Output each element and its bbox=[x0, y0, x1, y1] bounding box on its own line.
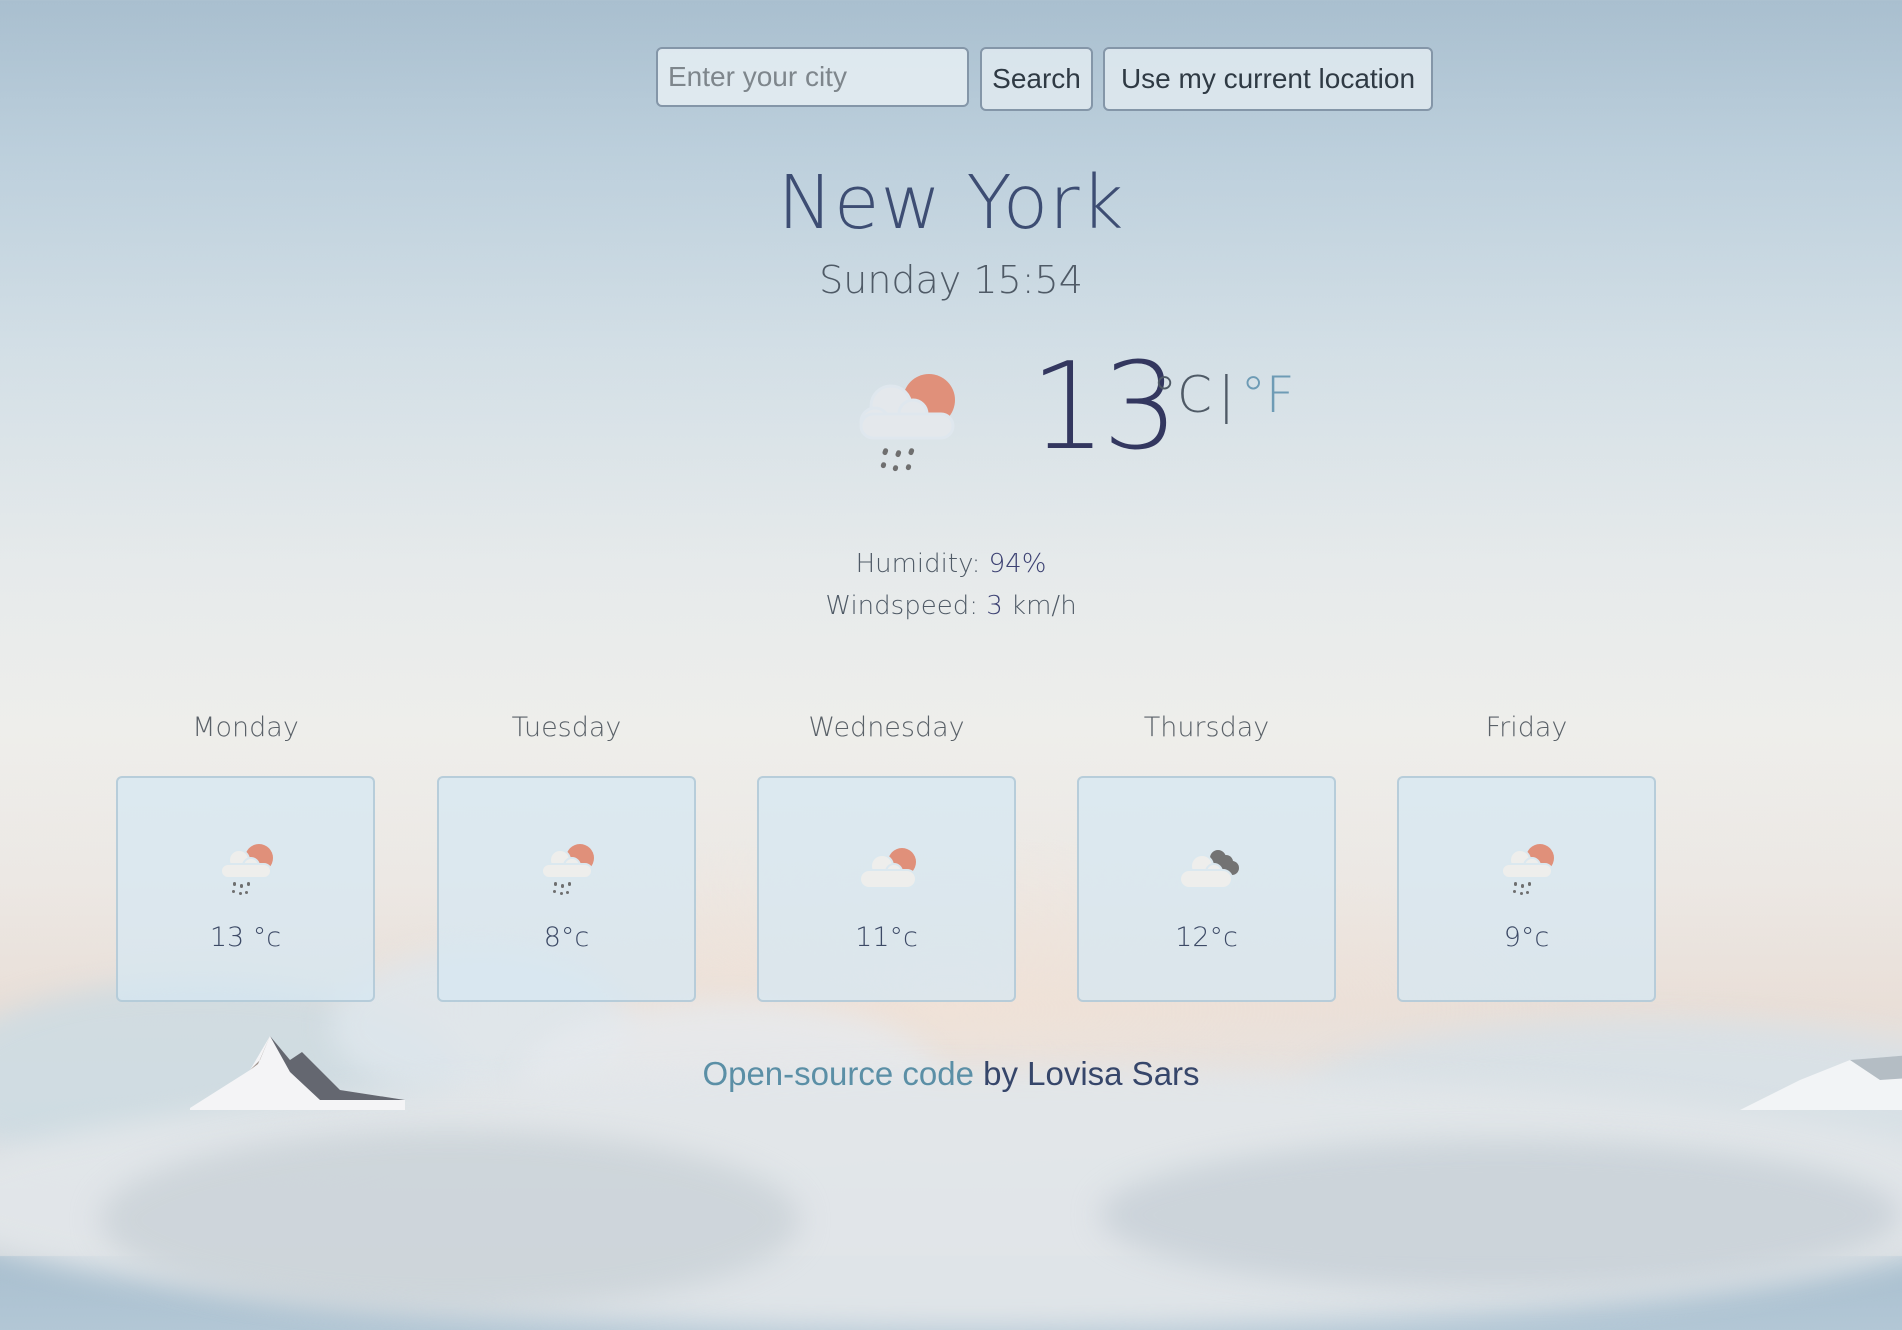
weather-details: Humidity: 94% Windspeed: 3 km/h bbox=[0, 543, 1902, 627]
forecast-card: 9°c bbox=[1397, 776, 1656, 1002]
city-search-input[interactable] bbox=[656, 47, 969, 107]
humidity-value: 94% bbox=[988, 549, 1047, 579]
rain-cloud-sun-icon bbox=[541, 844, 594, 895]
windspeed-unit: km/h bbox=[1011, 591, 1077, 621]
current-datetime: Sunday 15:54 bbox=[819, 258, 1083, 302]
forecast-day: Wednesday 11°c bbox=[757, 712, 1016, 1002]
rain-cloud-sun-icon bbox=[220, 844, 273, 895]
humidity-row: Humidity: 94% bbox=[0, 543, 1902, 585]
forecast-temperature: 9°c bbox=[1503, 922, 1550, 953]
forecast-day-name: Friday bbox=[1485, 712, 1568, 743]
cloud-sun-icon bbox=[859, 848, 917, 889]
dark-clouds-icon bbox=[1179, 850, 1239, 889]
forecast-temperature: 11°c bbox=[855, 922, 918, 953]
forecast-temperature: 8°c bbox=[543, 922, 590, 953]
city-name: New York bbox=[777, 160, 1125, 246]
open-source-code-link[interactable]: Open-source code bbox=[702, 1055, 974, 1092]
forecast-day: Thursday 12°c bbox=[1077, 712, 1336, 1002]
celsius-unit-link[interactable]: °C bbox=[1152, 366, 1212, 424]
unit-toggle: °C | °F bbox=[1152, 370, 1295, 420]
forecast-temperature: 12°c bbox=[1175, 922, 1238, 953]
forecast-day-name: Monday bbox=[192, 712, 299, 743]
forecast-card: 11°c bbox=[757, 776, 1016, 1002]
forecast-day: Tuesday 8°c bbox=[437, 712, 696, 1002]
forecast-card: 12°c bbox=[1077, 776, 1336, 1002]
forecast-day: Monday 13 °c bbox=[116, 712, 375, 1002]
footer: Open-source code by Lovisa Sars bbox=[0, 1055, 1902, 1093]
forecast-card: 8°c bbox=[437, 776, 696, 1002]
windspeed-value: 3 bbox=[986, 591, 1003, 621]
forecast-day-name: Thursday bbox=[1143, 712, 1270, 743]
rain-cloud-sun-icon bbox=[859, 374, 955, 472]
background-clouds bbox=[0, 950, 1902, 1330]
unit-separator: | bbox=[1217, 366, 1235, 424]
forecast-day-name: Wednesday bbox=[808, 712, 965, 743]
current-location-button[interactable]: Use my current location bbox=[1103, 47, 1433, 111]
forecast-card: 13 °c bbox=[116, 776, 375, 1002]
search-button[interactable]: Search bbox=[980, 47, 1093, 111]
windspeed-label: Windspeed: bbox=[825, 591, 978, 621]
fahrenheit-unit-link[interactable]: °F bbox=[1241, 366, 1295, 424]
footer-author: by Lovisa Sars bbox=[973, 1055, 1200, 1092]
humidity-label: Humidity: bbox=[855, 549, 981, 579]
rain-cloud-sun-icon bbox=[1501, 844, 1554, 895]
forecast-temperature: 13 °c bbox=[209, 922, 282, 953]
forecast-day-name: Tuesday bbox=[511, 712, 622, 743]
forecast-day: Friday 9°c bbox=[1397, 712, 1656, 1002]
windspeed-row: Windspeed: 3 km/h bbox=[0, 585, 1902, 627]
